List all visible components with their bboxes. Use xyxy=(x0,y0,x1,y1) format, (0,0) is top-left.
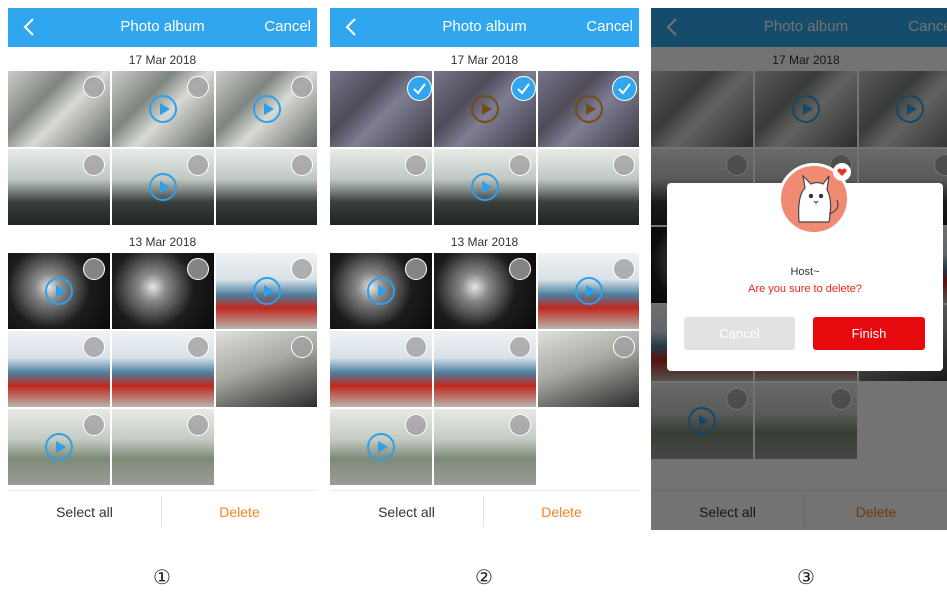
play-icon[interactable] xyxy=(574,276,604,306)
screen-2: Photo album Cancel 17 Mar 2018 13 Mar 20… xyxy=(330,8,639,530)
play-icon[interactable] xyxy=(366,432,396,462)
empty-cell xyxy=(216,409,317,485)
select-circle-icon[interactable] xyxy=(187,414,209,436)
photo-thumbnail[interactable] xyxy=(112,409,214,485)
select-circle-icon[interactable] xyxy=(509,414,531,436)
select-circle-icon[interactable] xyxy=(405,154,427,176)
photo-thumbnail[interactable] xyxy=(112,331,214,407)
select-circle-icon[interactable] xyxy=(187,154,209,176)
play-icon[interactable] xyxy=(574,94,604,124)
select-circle-icon[interactable] xyxy=(405,258,427,280)
empty-cell xyxy=(538,409,639,485)
app-header: Photo album Cancel xyxy=(8,8,317,47)
photo-grid xyxy=(330,253,639,485)
photo-thumbnail[interactable] xyxy=(112,253,214,329)
select-circle-icon[interactable] xyxy=(187,258,209,280)
delete-button[interactable]: Delete xyxy=(484,504,639,520)
select-circle-icon[interactable] xyxy=(291,336,313,358)
video-thumbnail[interactable] xyxy=(330,253,432,329)
select-circle-icon[interactable] xyxy=(613,154,635,176)
dialog-host-label: Host~ xyxy=(790,266,820,278)
photo-grid xyxy=(330,71,639,225)
video-thumbnail[interactable] xyxy=(112,71,214,147)
bottom-toolbar: Select all Delete xyxy=(8,490,317,530)
play-icon[interactable] xyxy=(366,276,396,306)
video-thumbnail[interactable] xyxy=(330,409,432,485)
play-icon[interactable] xyxy=(470,94,500,124)
heart-badge-icon xyxy=(833,163,851,181)
select-circle-icon[interactable] xyxy=(291,154,313,176)
date-header: 13 Mar 2018 xyxy=(128,235,197,249)
select-circle-icon[interactable] xyxy=(405,414,427,436)
select-circle-icon[interactable] xyxy=(509,154,531,176)
date-header: 13 Mar 2018 xyxy=(450,235,519,249)
photo-thumbnail[interactable] xyxy=(434,331,536,407)
select-circle-icon[interactable] xyxy=(187,76,209,98)
screen-3: Photo album Cancel 17 Mar 2018 Select al… xyxy=(651,8,947,530)
select-all-button[interactable]: Select all xyxy=(330,504,483,520)
select-circle-icon[interactable] xyxy=(291,258,313,280)
play-icon[interactable] xyxy=(252,94,282,124)
photo-grid xyxy=(8,253,317,485)
cancel-button[interactable]: Cancel xyxy=(264,18,311,35)
dialog-message: Are you sure to delete? xyxy=(748,283,862,295)
bottom-toolbar: Select all Delete xyxy=(330,490,639,530)
photo-thumbnail[interactable] xyxy=(216,149,317,225)
play-icon[interactable] xyxy=(470,172,500,202)
photo-thumbnail[interactable] xyxy=(8,149,110,225)
select-circle-icon[interactable] xyxy=(187,336,209,358)
select-circle-icon[interactable] xyxy=(83,154,105,176)
select-circle-icon[interactable] xyxy=(291,76,313,98)
select-circle-icon[interactable] xyxy=(83,414,105,436)
photo-thumbnail[interactable] xyxy=(216,331,317,407)
dialog-cancel-button[interactable]: Cancel xyxy=(684,317,795,350)
check-icon[interactable] xyxy=(407,76,432,101)
video-thumbnail[interactable] xyxy=(434,149,536,225)
photo-grid xyxy=(8,71,317,225)
photo-thumbnail[interactable] xyxy=(434,253,536,329)
photo-thumbnail[interactable] xyxy=(538,331,639,407)
select-circle-icon[interactable] xyxy=(83,336,105,358)
play-icon[interactable] xyxy=(148,94,178,124)
select-circle-icon[interactable] xyxy=(83,258,105,280)
cancel-button[interactable]: Cancel xyxy=(586,18,633,35)
play-icon[interactable] xyxy=(148,172,178,202)
app-header: Photo album Cancel xyxy=(330,8,639,47)
video-thumbnail[interactable] xyxy=(8,253,110,329)
video-thumbnail[interactable] xyxy=(216,253,317,329)
step-number-1: ① xyxy=(153,567,171,589)
check-icon[interactable] xyxy=(511,76,536,101)
video-thumbnail[interactable] xyxy=(538,253,639,329)
select-circle-icon[interactable] xyxy=(405,336,427,358)
step-number-2: ② xyxy=(475,567,493,589)
delete-confirm-dialog: Host~ Are you sure to delete? Cancel Fin… xyxy=(667,163,943,371)
select-circle-icon[interactable] xyxy=(509,336,531,358)
dialog-finish-button[interactable]: Finish xyxy=(813,317,925,350)
select-circle-icon[interactable] xyxy=(83,76,105,98)
photo-thumbnail[interactable] xyxy=(330,331,432,407)
photo-thumbnail[interactable] xyxy=(538,149,639,225)
date-header: 17 Mar 2018 xyxy=(128,53,197,67)
video-thumbnail[interactable] xyxy=(112,149,214,225)
select-circle-icon[interactable] xyxy=(613,336,635,358)
play-icon[interactable] xyxy=(252,276,282,306)
video-thumbnail[interactable] xyxy=(8,409,110,485)
photo-thumbnail[interactable] xyxy=(8,331,110,407)
screen-1: Photo album Cancel 17 Mar 2018 13 Mar 20… xyxy=(8,8,317,530)
photo-thumbnail[interactable] xyxy=(330,149,432,225)
delete-button[interactable]: Delete xyxy=(162,504,317,520)
play-icon[interactable] xyxy=(44,432,74,462)
video-thumbnail[interactable] xyxy=(216,71,317,147)
select-circle-icon[interactable] xyxy=(509,258,531,280)
photo-thumbnail[interactable] xyxy=(434,409,536,485)
play-icon[interactable] xyxy=(44,276,74,306)
select-all-button[interactable]: Select all xyxy=(8,504,161,520)
step-number-3: ③ xyxy=(797,567,815,589)
check-icon[interactable] xyxy=(612,76,637,101)
photo-thumbnail[interactable] xyxy=(8,71,110,147)
date-header: 17 Mar 2018 xyxy=(450,53,519,67)
select-circle-icon[interactable] xyxy=(613,258,635,280)
